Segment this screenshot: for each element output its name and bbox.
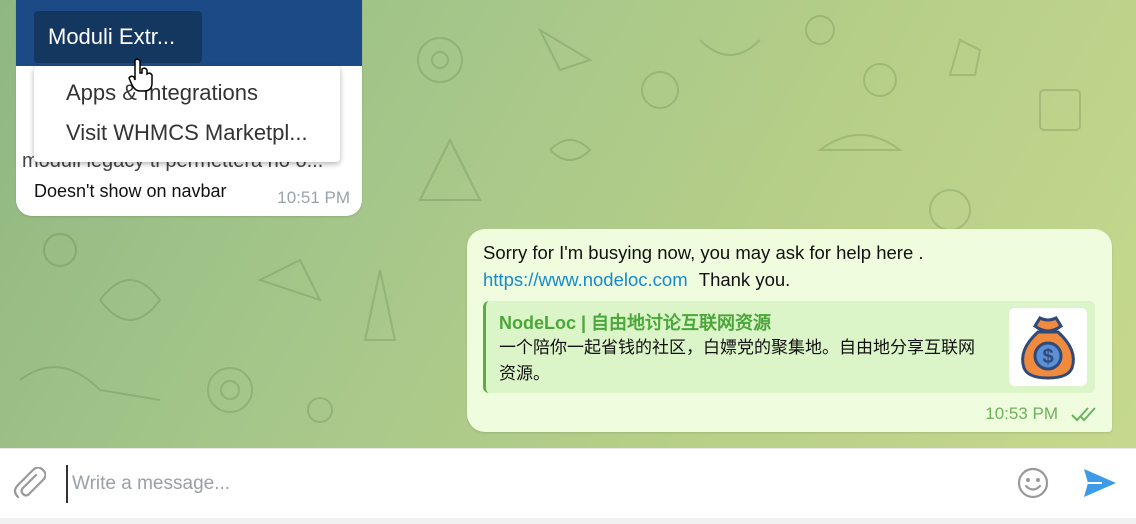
link-preview[interactable]: NodeLoc | 自由地讨论互联网资源 一个陪你一起省钱的社区，白嫖党的聚集地… bbox=[483, 301, 1095, 393]
message-meta: 10:53 PM bbox=[985, 404, 1098, 424]
money-bag-icon: $ bbox=[1021, 316, 1075, 380]
link-preview-description: 一个陪你一起省钱的社区，白嫖党的聚集地。自由地分享互联网资源。 bbox=[499, 338, 975, 383]
hand-cursor-icon bbox=[128, 58, 153, 92]
message-time: 10:53 PM bbox=[985, 404, 1058, 423]
bottom-strip bbox=[0, 518, 1136, 524]
link-preview-thumbnail: $ bbox=[1009, 308, 1087, 386]
svg-text:$: $ bbox=[1042, 346, 1053, 368]
message-composer bbox=[0, 448, 1136, 519]
double-check-icon bbox=[1071, 407, 1096, 422]
paperclip-icon[interactable] bbox=[12, 467, 46, 501]
screenshot-dropdown: Apps & Integrations Visit WHMCS Marketpl… bbox=[34, 66, 340, 162]
screenshot-menu-item: Visit WHMCS Marketpl... bbox=[66, 120, 308, 145]
message-link[interactable]: https://www.nodeloc.com bbox=[483, 269, 688, 290]
outgoing-message[interactable]: Sorry for I'm busying now, you may ask f… bbox=[467, 229, 1112, 432]
message-time: 10:51 PM bbox=[277, 188, 350, 207]
screenshot-menu-item: Apps & Integrations bbox=[66, 80, 259, 105]
smiley-icon[interactable] bbox=[1016, 466, 1050, 500]
message-text-after-link: Thank you. bbox=[698, 269, 791, 290]
message-text: Doesn't show on navbar bbox=[34, 181, 227, 201]
attached-screenshot[interactable]: Moduli Extr... moduli legacy ti permette… bbox=[16, 0, 362, 172]
send-icon[interactable] bbox=[1080, 465, 1118, 501]
chat-area: Moduli Extr... moduli legacy ti permette… bbox=[0, 0, 1136, 448]
message-text: Sorry for I'm busying now, you may ask f… bbox=[483, 242, 924, 263]
screenshot-nav-button: Moduli Extr... bbox=[34, 11, 202, 63]
message-text-line2: https://www.nodeloc.com Thank you. bbox=[483, 269, 790, 291]
incoming-message[interactable]: Moduli Extr... moduli legacy ti permette… bbox=[16, 0, 362, 216]
link-preview-title: NodeLoc | 自由地讨论互联网资源 bbox=[499, 313, 772, 333]
message-input[interactable] bbox=[66, 465, 974, 503]
